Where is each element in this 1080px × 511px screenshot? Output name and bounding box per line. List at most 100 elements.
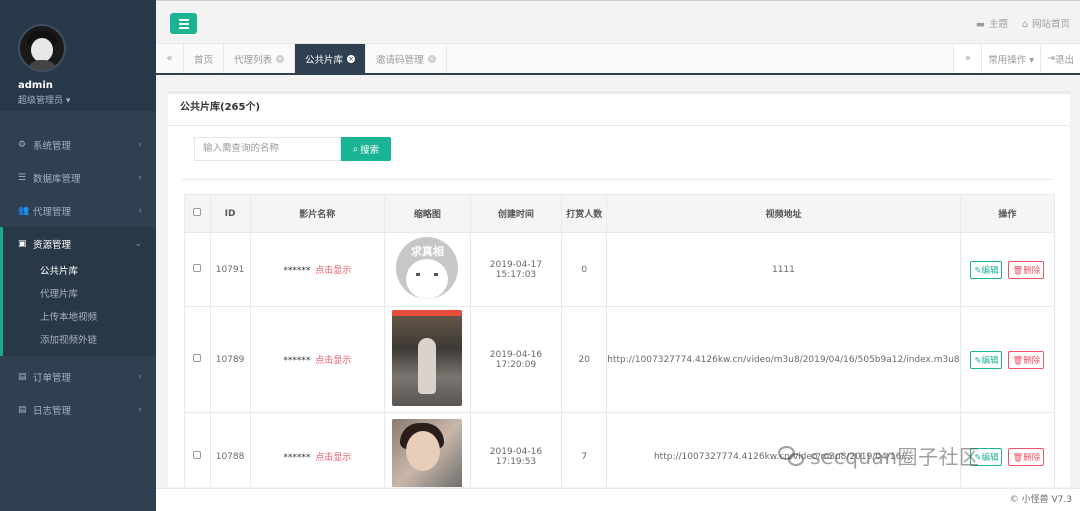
watermark-text: secquan圈子社区 [810, 445, 980, 469]
delete-label: 删除 [1023, 452, 1041, 463]
trash-icon: 🗑 [1012, 355, 1024, 366]
exit-button[interactable]: ⇥ 退出 [1040, 44, 1080, 73]
menu-toggle-button[interactable] [170, 13, 197, 34]
home-label: 网站首页 [1031, 19, 1070, 30]
row-name: ****** 点击显示 [249, 232, 386, 307]
sidebar-subitem-public-library[interactable]: 公共片库 [3, 260, 156, 283]
profile-role-dropdown[interactable]: 超级管理员 ▾ [18, 93, 156, 106]
home-link[interactable]: ⌂ 网站首页 [1022, 16, 1070, 30]
tab-label: 邀请码管理 [376, 54, 424, 66]
row-name: ****** 点击显示 [249, 412, 386, 487]
profile-block: admin 超级管理员 ▾ [0, 0, 156, 111]
thumbnail-caption: 求真相 [410, 245, 444, 258]
sidebar-subitem-agent-library[interactable]: 代理片库 [3, 283, 156, 306]
search-bar: 输入需查询的名称 ⌕ 搜索 [194, 137, 391, 161]
delete-button[interactable]: 🗑删除 [1008, 447, 1045, 466]
common-ops-dropdown[interactable]: 常用操作 ▾ [981, 44, 1041, 73]
sidebar-item-label: 资源管理 [33, 239, 72, 251]
placeholder-thumbnail[interactable]: 求真相 [396, 237, 459, 299]
delete-button[interactable]: 🗑删除 [1008, 260, 1045, 279]
tab-home[interactable]: 首页 [184, 44, 225, 73]
theme-label: 主题 [988, 19, 1008, 30]
wechat-icon [778, 444, 806, 468]
row-checkbox[interactable] [193, 264, 202, 272]
sidebar-item-label: 订单管理 [33, 372, 72, 384]
sidebar-item-logs[interactable]: ▤ 日志管理 ‹ [0, 393, 156, 426]
row-id: 10789 [209, 306, 251, 413]
avatar[interactable] [18, 24, 66, 72]
sidebar-subitem-upload-video[interactable]: 上传本地视频 [3, 306, 156, 329]
tab-public-library[interactable]: 公共片库 × [295, 44, 367, 73]
close-icon[interactable]: × [347, 54, 356, 63]
table-row: 10791 ****** 点击显示 求真相 2019-04-17 15:17:03… [184, 232, 1056, 307]
masked-name: ****** [283, 266, 311, 276]
sidebar-item-label: 代理管理 [33, 206, 72, 218]
gear-icon: ⚙ [18, 139, 27, 150]
edit-label: 编辑 [981, 265, 999, 276]
chevron-down-icon: ⌄ [134, 238, 142, 249]
reveal-name-link[interactable]: 点击显示 [315, 453, 351, 463]
edit-button[interactable]: ✎编辑 [970, 350, 1003, 369]
header-tip-count: 打赏人数 [561, 194, 608, 233]
divider [182, 179, 1054, 180]
row-created-time: 2019-04-16 17:20:09 [469, 306, 563, 413]
created-clock: 15:17:03 [495, 269, 537, 280]
sidebar-item-system[interactable]: ⚙ 系统管理 ‹ [0, 128, 156, 161]
row-checkbox-cell[interactable] [184, 232, 211, 307]
sidebar-item-database[interactable]: ☰ 数据库管理 ‹ [0, 161, 156, 194]
close-icon[interactable]: × [427, 54, 436, 63]
search-button-label: 搜索 [360, 145, 380, 156]
search-input[interactable]: 输入需查询的名称 [194, 137, 341, 161]
masked-name: ****** [283, 356, 311, 366]
row-thumbnail [384, 412, 471, 487]
created-clock: 17:20:09 [495, 359, 537, 370]
tab-label: 首页 [194, 54, 214, 66]
footer: © 小怪兽 V7.3 [156, 488, 1080, 511]
row-name: ****** 点击显示 [249, 306, 386, 413]
tabs-scroll-right-button[interactable]: » [953, 44, 982, 73]
edit-button[interactable]: ✎编辑 [970, 260, 1003, 279]
tab-agent-list[interactable]: 代理列表 × [224, 44, 296, 73]
delete-label: 删除 [1023, 265, 1041, 276]
reveal-name-link[interactable]: 点击显示 [315, 356, 351, 366]
header-name: 影片名称 [249, 194, 386, 233]
created-date: 2019-04-16 [489, 446, 543, 457]
row-checkbox[interactable] [193, 451, 202, 459]
row-actions: ✎编辑 🗑删除 [959, 232, 1056, 307]
chevron-left-icon: ‹ [138, 172, 142, 183]
row-created-time: 2019-04-17 15:17:03 [469, 232, 563, 307]
list-icon: ▤ [18, 404, 27, 415]
delete-button[interactable]: 🗑删除 [1008, 350, 1045, 369]
row-checkbox-cell[interactable] [184, 412, 211, 487]
tab-invite-codes[interactable]: 邀请码管理 × [366, 44, 447, 73]
double-chevron-right-icon: » [964, 53, 971, 64]
theme-link[interactable]: ▬ 主题 [976, 16, 1008, 30]
tabs-scroll-left-button[interactable]: « [156, 44, 184, 73]
select-all-checkbox-cell[interactable] [184, 194, 211, 233]
reveal-name-link[interactable]: 点击显示 [315, 266, 351, 276]
table-row: 10789 ****** 点击显示 2019-04-16 17:20:09 20 … [184, 306, 1056, 413]
video-thumbnail[interactable] [392, 419, 463, 487]
trash-icon: 🗑 [1012, 452, 1024, 463]
row-checkbox-cell[interactable] [184, 306, 211, 413]
video-thumbnail[interactable] [392, 310, 463, 406]
header-video-url: 视频地址 [606, 194, 961, 233]
watermark: secquan圈子社区 [778, 441, 980, 470]
row-tip-count: 7 [561, 412, 608, 487]
sidebar-item-resources[interactable]: ▣ 资源管理 ⌄ [0, 227, 156, 260]
theme-icon: ▬ [975, 19, 985, 30]
row-actions: ✎编辑 🗑删除 [959, 306, 1056, 413]
select-all-checkbox[interactable] [193, 208, 202, 216]
sidebar-item-orders[interactable]: ▤ 订单管理 ‹ [0, 360, 156, 393]
search-icon: ⌕ [352, 143, 359, 155]
row-thumbnail [384, 306, 471, 413]
row-video-url: 1111 [606, 232, 961, 307]
row-video-url: http://1007327774.4126kw.cn/video/m3u8/2… [606, 306, 961, 413]
page-tabs: « 首页 代理列表 × 公共片库 × 邀请码管理 × » 常用操作 ▾ ⇥ 退出 [156, 44, 1080, 75]
sidebar-subitem-add-external-link[interactable]: 添加视频外链 [3, 329, 156, 352]
created-date: 2019-04-17 [489, 259, 543, 270]
search-button[interactable]: ⌕ 搜索 [341, 137, 391, 161]
sidebar-item-agents[interactable]: 👥 代理管理 ‹ [0, 194, 156, 227]
close-icon[interactable]: × [276, 54, 285, 63]
row-checkbox[interactable] [193, 354, 202, 362]
